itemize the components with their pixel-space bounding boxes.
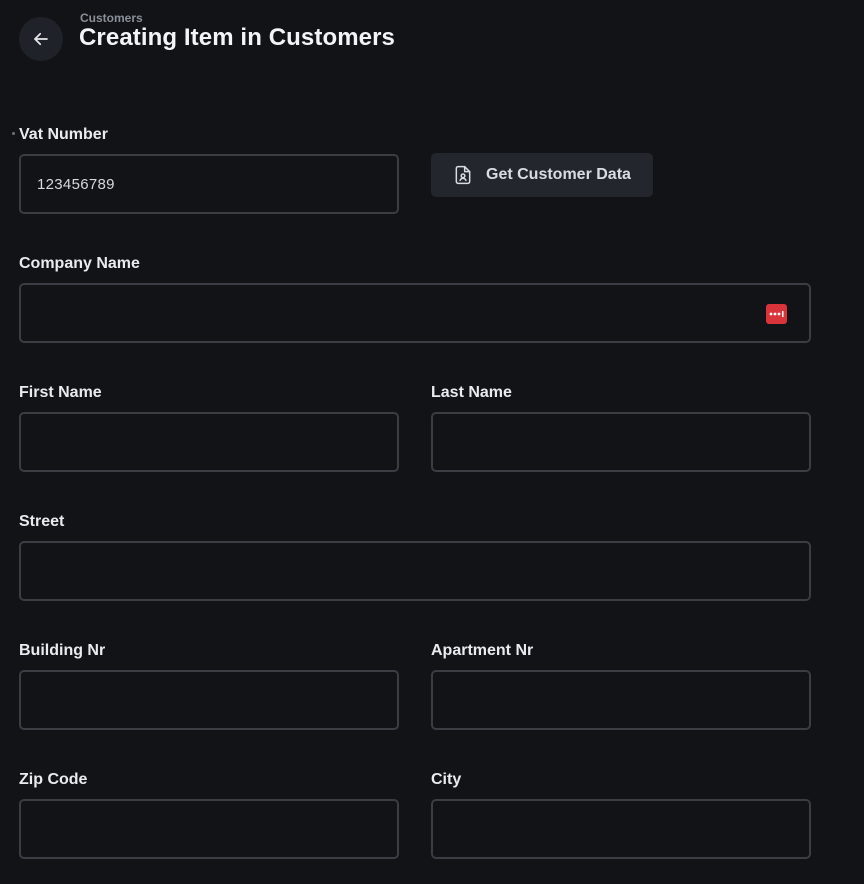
apartment-nr-label: Apartment Nr <box>431 642 534 659</box>
get-customer-data-label: Get Customer Data <box>486 166 631 183</box>
building-nr-label: Building Nr <box>19 642 106 659</box>
arrow-left-icon <box>34 32 48 46</box>
company-name-input[interactable] <box>21 285 809 341</box>
city-input[interactable] <box>433 801 809 857</box>
last-name-label: Last Name <box>431 384 512 401</box>
document-user-icon <box>453 165 473 185</box>
building-nr-field[interactable] <box>19 670 399 730</box>
street-field[interactable] <box>19 541 811 601</box>
apartment-nr-input[interactable] <box>433 672 809 728</box>
vat-number-input[interactable] <box>21 156 397 212</box>
vat-number-label: Vat Number <box>19 126 108 143</box>
breadcrumb[interactable]: Customers <box>80 11 143 25</box>
street-label: Street <box>19 513 65 530</box>
password-manager-icon[interactable] <box>766 304 787 324</box>
first-name-label: First Name <box>19 384 102 401</box>
page-title: Creating Item in Customers <box>79 24 395 51</box>
zip-code-field[interactable] <box>19 799 399 859</box>
city-label: City <box>431 771 462 788</box>
first-name-field[interactable] <box>19 412 399 472</box>
first-name-input[interactable] <box>21 414 397 470</box>
zip-code-input[interactable] <box>21 801 397 857</box>
last-name-field[interactable] <box>431 412 811 472</box>
city-field[interactable] <box>431 799 811 859</box>
last-name-input[interactable] <box>433 414 809 470</box>
company-name-field[interactable] <box>19 283 811 343</box>
street-input[interactable] <box>21 543 809 599</box>
vat-number-field[interactable] <box>19 154 399 214</box>
back-button[interactable] <box>19 17 63 61</box>
required-indicator <box>12 132 15 135</box>
get-customer-data-button[interactable]: Get Customer Data <box>431 153 653 197</box>
building-nr-input[interactable] <box>21 672 397 728</box>
company-name-label: Company Name <box>19 255 140 272</box>
create-customer-page: Customers Creating Item in Customers Vat… <box>0 0 864 884</box>
apartment-nr-field[interactable] <box>431 670 811 730</box>
zip-code-label: Zip Code <box>19 771 88 788</box>
